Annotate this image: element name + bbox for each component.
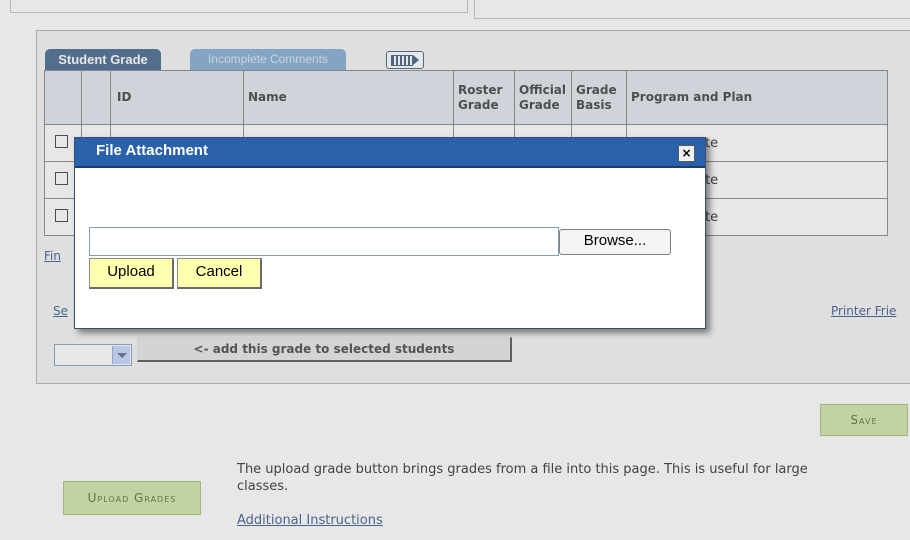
grid-header-roster-grade-line2: Grade [458,97,499,112]
cancel-button[interactable]: Cancel [177,258,262,289]
tab-student-grade[interactable]: Student Grade [45,49,161,70]
close-icon[interactable]: × [678,145,695,162]
grid-header-official-grade: Official Grade [514,70,572,125]
upload-button[interactable]: Upload [89,258,174,289]
page: Student Grade Incomplete Comments ID Nam… [0,0,910,540]
chevron-down-icon[interactable] [112,346,130,364]
additional-instructions-link[interactable]: Additional Instructions [237,513,383,528]
grid-header-select [44,70,82,125]
file-path-input[interactable] [89,227,559,256]
grid-header-id: ID [110,70,244,125]
find-link[interactable]: Fin [44,249,61,263]
printer-friendly-link[interactable]: Printer Frie [831,304,896,318]
upload-grades-button[interactable]: Upload Grades [63,481,201,515]
grid-header-program-plan: Program and Plan [626,70,888,125]
tab-incomplete-comments[interactable]: Incomplete Comments [190,49,346,70]
grid-header-roster-grade-line1: Roster [458,82,503,97]
grid-header-official-grade-line2: Grade [519,97,560,112]
browse-button[interactable]: Browse... [559,229,671,255]
grid-header-grade-basis-line1: Grade [576,82,617,97]
top-section-left [10,0,468,13]
top-section-right [474,0,910,19]
select-all-link[interactable]: Se [53,304,68,318]
row-checkbox[interactable] [55,134,68,148]
grid-header-name: Name [243,70,454,125]
grid-header-row: ID Name Roster Grade Official Grade Grad… [44,70,888,125]
upload-info-text: The upload grade button brings grades fr… [237,462,808,494]
grid-header-official-grade-line1: Official [519,82,567,97]
grid-header-blank [81,70,111,125]
row-checkbox[interactable] [55,208,68,222]
dialog-title-bar: File Attachment × [75,138,705,168]
dialog-title: File Attachment [96,142,208,159]
grade-select[interactable] [54,344,132,366]
grid-view-icon[interactable] [386,51,424,69]
grid-header-roster-grade: Roster Grade [453,70,515,125]
row-checkbox[interactable] [55,171,68,185]
grid-header-grade-basis: Grade Basis [571,70,627,125]
file-attachment-dialog: File Attachment × Browse... Upload Cance… [74,137,706,329]
save-button[interactable]: Save [820,404,908,436]
grid-header-grade-basis-line2: Basis [576,97,612,112]
add-grade-button[interactable]: <- add this grade to selected students [137,337,512,362]
